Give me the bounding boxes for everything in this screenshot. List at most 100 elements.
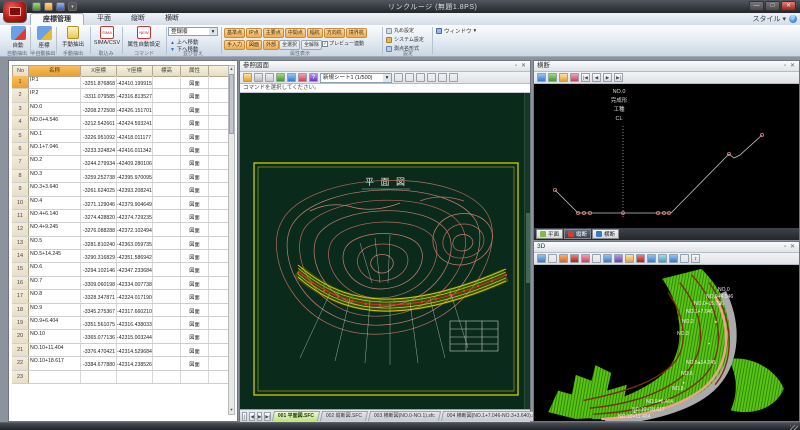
- elevation-cell[interactable]: [153, 277, 181, 289]
- float-panel-icon[interactable]: ▫: [784, 244, 787, 250]
- x-coordinate-cell[interactable]: -3251.876868: [81, 76, 117, 88]
- table-row[interactable]: 19 NO.9+6.404 -3351.561075 -42316.438033…: [12, 317, 229, 330]
- point-name-cell[interactable]: NO.7: [29, 277, 81, 289]
- table-row[interactable]: 18 NO.9 -3345.275367 -42317.660210 図面: [12, 304, 229, 317]
- more-tools-icon[interactable]: ⇧: [691, 254, 700, 263]
- sheet-tab-profile[interactable]: 002 縦断図.SFC: [320, 411, 368, 421]
- row-number-cell[interactable]: 5: [12, 130, 29, 142]
- point-type-chip[interactable]: 主要点: [263, 28, 284, 38]
- x-coordinate-cell[interactable]: -3274.428820: [81, 210, 117, 222]
- refresh-icon[interactable]: [548, 73, 557, 82]
- draw-tool-icon[interactable]: [449, 73, 458, 82]
- y-coordinate-cell[interactable]: -42324.017190: [117, 290, 153, 302]
- table-row[interactable]: 16 NO.7 -3309.060198 -42334.007738 図面: [12, 277, 229, 290]
- maximize-button[interactable]: □: [765, 1, 780, 11]
- point-name-cell[interactable]: NO.1: [29, 130, 81, 142]
- elevation-cell[interactable]: [153, 290, 181, 302]
- combo-dropdown-icon[interactable]: ▾: [209, 28, 217, 35]
- print-icon[interactable]: [254, 73, 263, 82]
- preview-link-toggle[interactable]: ✓プレビュー連動: [322, 40, 364, 47]
- row-number-cell[interactable]: 6: [12, 143, 29, 155]
- attribute-cell[interactable]: [181, 371, 209, 383]
- pan-3d-icon[interactable]: [658, 254, 667, 263]
- attribute-cell[interactable]: 図面: [181, 76, 209, 88]
- point-name-cell[interactable]: NO.10: [29, 330, 81, 342]
- x-coordinate-cell[interactable]: -3294.102146: [81, 263, 117, 275]
- row-number-cell[interactable]: 18: [12, 304, 29, 316]
- point-name-cell[interactable]: NO.8: [29, 290, 81, 302]
- layer-red-icon[interactable]: [298, 73, 307, 82]
- sheet-settings-icon[interactable]: [405, 73, 414, 82]
- system-setting-button[interactable]: システム設定: [386, 36, 424, 43]
- x-coordinate-cell[interactable]: -3281.810240: [81, 237, 117, 249]
- select-tool-icon[interactable]: [416, 73, 425, 82]
- point-type-chip[interactable]: 幅杭: [307, 28, 323, 38]
- scroll-up-icon[interactable]: ▲: [229, 66, 234, 73]
- x-coordinate-cell[interactable]: -3309.060198: [81, 277, 117, 289]
- table-row[interactable]: 17 NO.8 -3328.347871 -42324.017190 図面: [12, 290, 229, 303]
- y-coordinate-cell[interactable]: -42424.593241: [117, 116, 153, 128]
- sheet-tab-xsec-2[interactable]: 004 横断図(NO.1+7.046-NO.3+3.640).sfc: [441, 411, 545, 421]
- table-vertical-scrollbar[interactable]: ▲ ▼: [228, 65, 235, 415]
- table-row[interactable]: 4 NO.0+4.546 -3212.542661 -42424.593241 …: [12, 116, 229, 129]
- walkthrough-icon[interactable]: [614, 254, 623, 263]
- plan-drawing-canvas[interactable]: 平 面 図: [240, 93, 530, 409]
- attribute-cell[interactable]: 図面: [181, 250, 209, 262]
- y-coordinate-cell[interactable]: -42334.007738: [117, 277, 153, 289]
- point-name-cell[interactable]: NO.2: [29, 156, 81, 168]
- sort-order-select[interactable]: ▾ 登録順: [168, 27, 218, 36]
- attribute-cell[interactable]: 図面: [181, 263, 209, 275]
- y-coordinate-cell[interactable]: -42393.208241: [117, 183, 153, 195]
- back-arrow-icon[interactable]: [537, 73, 546, 82]
- x-coordinate-cell[interactable]: -3384.677880: [81, 357, 117, 369]
- point-name-cell[interactable]: NO.9+6.404: [29, 317, 81, 329]
- elevation-cell[interactable]: [153, 89, 181, 101]
- x-coordinate-cell[interactable]: -3376.470421: [81, 344, 117, 356]
- attribute-cell[interactable]: 図面: [181, 156, 209, 168]
- save-icon[interactable]: [56, 2, 65, 11]
- point-name-cell[interactable]: NO.0: [29, 103, 81, 115]
- x-coordinate-cell[interactable]: -3212.542661: [81, 116, 117, 128]
- elevation-cell[interactable]: [153, 263, 181, 275]
- help-icon[interactable]: ?: [789, 15, 797, 23]
- point-type-chip[interactable]: 境界杭: [346, 28, 367, 38]
- row-number-cell[interactable]: 1: [12, 76, 29, 88]
- attribute-cell[interactable]: 図面: [181, 130, 209, 142]
- customize-qat-chevron-icon[interactable]: ▾: [68, 2, 77, 11]
- table-row[interactable]: 23: [12, 371, 229, 384]
- row-number-cell[interactable]: 7: [12, 156, 29, 168]
- row-number-cell[interactable]: 8: [12, 170, 29, 182]
- table-row[interactable]: 10 NO.4 -3271.129046 -42379.904649 図面: [12, 197, 229, 210]
- y-coordinate-cell[interactable]: -42418.011177: [117, 130, 153, 142]
- resize-grip[interactable]: [790, 425, 798, 430]
- point-name-cell[interactable]: NO.4+6.140: [29, 210, 81, 222]
- y-coordinate-cell[interactable]: -42372.102494: [117, 223, 153, 235]
- undo-icon[interactable]: [32, 2, 41, 11]
- next-station-icon[interactable]: ▶: [603, 73, 612, 82]
- table-row[interactable]: 2 IP.2 -3311.079585 -42316.813527 図面: [12, 89, 229, 102]
- float-panel-icon[interactable]: ▫: [784, 63, 787, 69]
- elevation-cell[interactable]: [153, 76, 181, 88]
- point-name-cell[interactable]: NO.5+14.245: [29, 250, 81, 262]
- terrain-icon[interactable]: [559, 254, 568, 263]
- row-number-cell[interactable]: 22: [12, 357, 29, 369]
- point-name-cell[interactable]: [29, 371, 81, 383]
- row-number-cell[interactable]: 11: [12, 210, 29, 222]
- input-source-chip[interactable]: 外部: [263, 40, 279, 50]
- point-name-cell[interactable]: NO.0+4.546: [29, 116, 81, 128]
- elevation-cell[interactable]: [153, 357, 181, 369]
- row-number-cell[interactable]: 17: [12, 290, 29, 302]
- sheet-dropdown-icon[interactable]: ▾: [383, 74, 391, 82]
- elevation-cell[interactable]: [153, 250, 181, 262]
- elevation-cell[interactable]: [153, 143, 181, 155]
- row-number-cell[interactable]: 19: [12, 317, 29, 329]
- auto-extract-button[interactable]: 自動: [6, 26, 30, 49]
- close-panel-icon[interactable]: ✕: [790, 244, 796, 250]
- select-chip[interactable]: 全選択: [279, 40, 300, 50]
- sheet-tab-xsec-1[interactable]: 003 横断図(NO.0-NO.1).sfc: [368, 411, 441, 421]
- x-coordinate-cell[interactable]: -3233.324824: [81, 143, 117, 155]
- row-number-cell[interactable]: 20: [12, 330, 29, 342]
- elevation-cell[interactable]: [153, 130, 181, 142]
- elevation-cell[interactable]: [153, 344, 181, 356]
- zoom-extent-icon[interactable]: [265, 73, 274, 82]
